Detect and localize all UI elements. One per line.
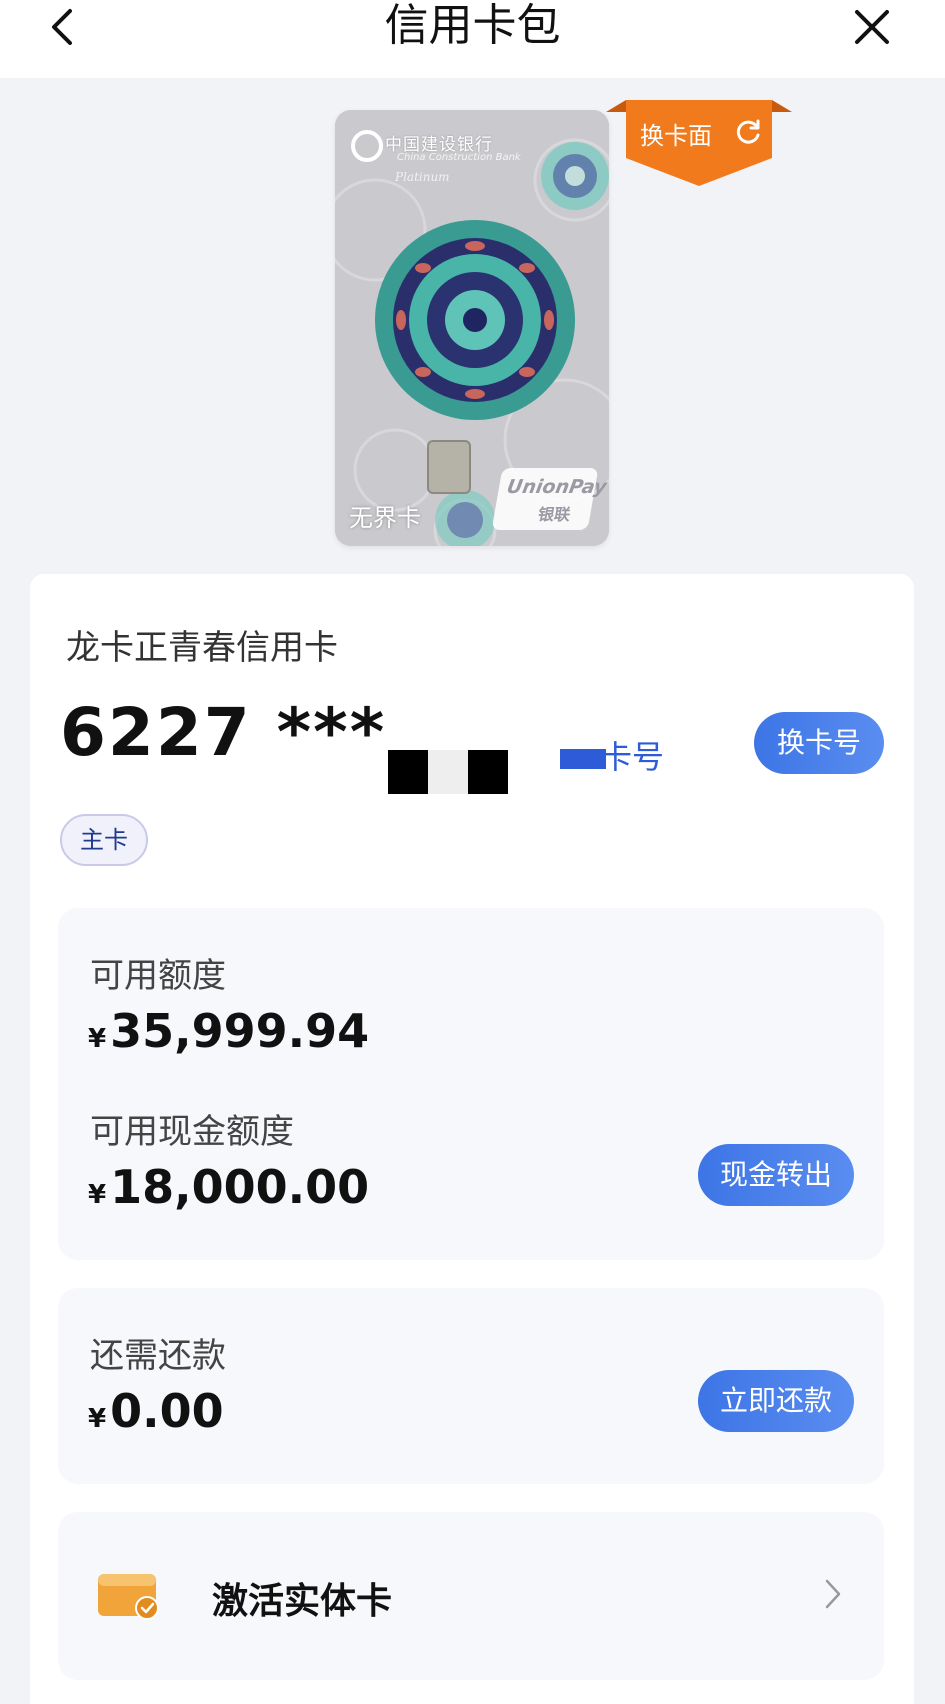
available-credit-label: 可用额度 [90,956,226,996]
credit-limit-section: 可用额度 ¥35,999.94 可用现金额度 ¥18,000.00 现金转出 [58,908,884,1260]
close-icon [855,10,889,44]
main-card-badge: 主卡 [60,814,148,866]
close-button[interactable] [848,4,896,50]
cash-transfer-button[interactable]: 现金转出 [698,1144,854,1206]
card-chip [427,440,471,494]
repayment-due-label: 还需还款 [90,1336,226,1376]
repayment-due-amount: ¥0.00 [88,1384,224,1438]
card-wallet-icon [98,1574,159,1620]
card-detail-panel: 龙卡正青春信用卡 6227 *** 卡号 换卡号 主卡 可用额度 ¥35,999… [30,574,914,1704]
available-cash-amount: ¥18,000.00 [88,1160,369,1214]
redaction-block [388,750,428,794]
activate-card-section: 激活实体卡 [58,1512,884,1680]
available-credit-amount: ¥35,999.94 [88,1004,369,1058]
available-cash-value: 18,000.00 [110,1160,370,1214]
switch-card-face-label: 换卡面 [640,122,712,150]
refresh-icon [736,119,760,144]
chevron-right-icon [825,1579,841,1609]
card-tier: Platinum [395,170,450,184]
unionpay-logo: UnionPay 银联 [491,468,608,530]
view-card-number-label: 卡号 [600,738,665,776]
redaction-block [428,750,468,794]
view-card-number-link[interactable]: 卡号 [560,732,664,778]
currency-symbol: ¥ [88,1024,107,1054]
page-title: 信用卡包 [384,0,561,51]
repayment-section: 还需还款 ¥0.00 立即还款 [58,1288,884,1484]
card-number: 6227 *** [60,694,387,771]
top-bar: 信用卡包 [0,0,945,78]
switch-card-face-button[interactable]: 换卡面 [606,100,792,186]
available-credit-value: 35,999.94 [110,1004,370,1058]
currency-symbol: ¥ [88,1404,107,1434]
unionpay-logo-en: UnionPay [505,476,609,498]
unionpay-logo-cn: 银联 [536,505,572,524]
currency-symbol: ¥ [88,1180,107,1210]
redaction-block [468,750,508,794]
credit-card-image: 中国建设银行 China Construction Bank Platinum … [335,110,609,546]
card-product-name: 龙卡正青春信用卡 [66,628,338,668]
card-bank-english: China Construction Bank [397,152,521,163]
switch-card-number-button[interactable]: 换卡号 [754,712,884,774]
activate-card-label: 激活实体卡 [212,1581,393,1622]
available-cash-label: 可用现金额度 [90,1112,294,1152]
repayment-due-value: 0.00 [110,1384,224,1438]
repay-now-button[interactable]: 立即还款 [698,1370,854,1432]
card-product-label: 无界卡 [349,504,421,532]
activate-physical-card-row[interactable]: 激活实体卡 [58,1512,884,1680]
